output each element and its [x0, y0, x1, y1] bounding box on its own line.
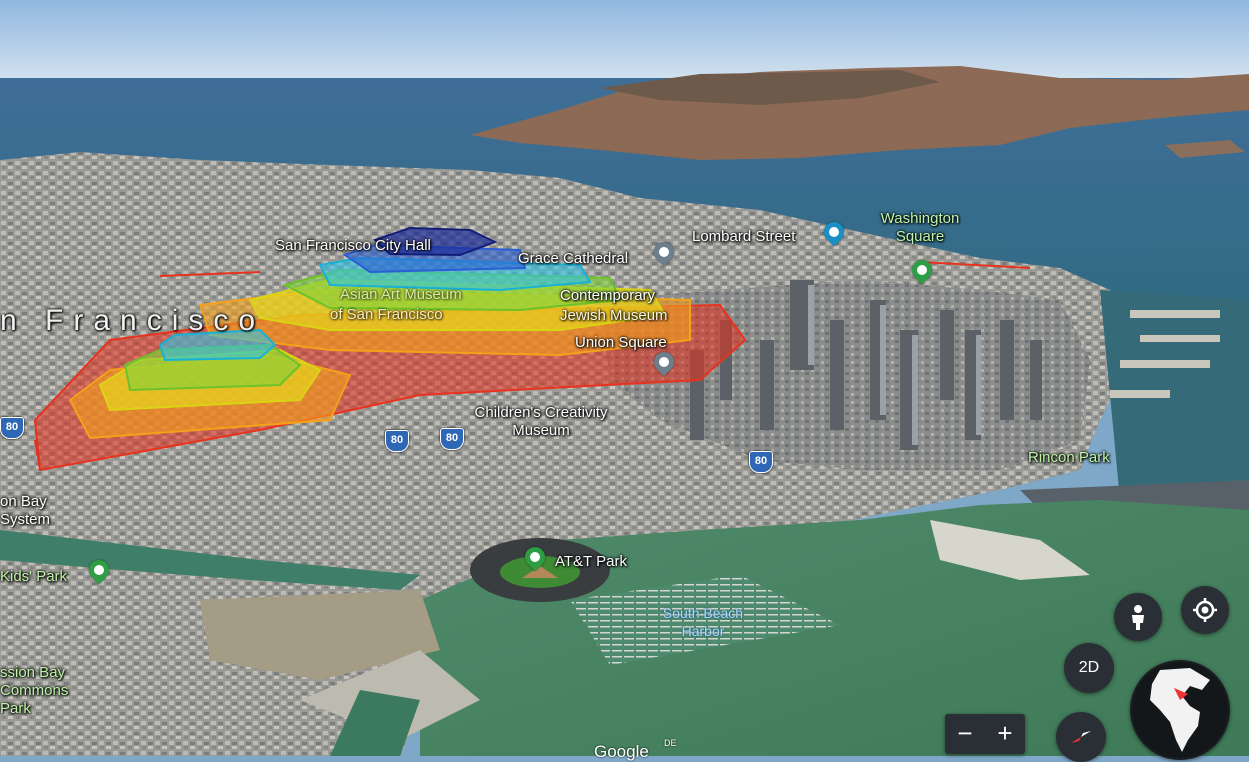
compass-button[interactable]: [1056, 712, 1106, 762]
highway-shield: 80: [0, 417, 24, 439]
label-city-hall[interactable]: San Francisco City Hall: [275, 237, 431, 255]
compass-icon: [1071, 731, 1091, 743]
label-washington-square[interactable]: Washington Square: [868, 210, 972, 246]
label-lombard-street[interactable]: Lombard Street: [692, 228, 795, 246]
label-kids-park[interactable]: Kids' Park: [0, 568, 67, 586]
region-code: DE: [664, 738, 677, 748]
label-rincon-park[interactable]: Rincon Park: [1028, 449, 1110, 467]
label-childrens-museum[interactable]: Children's Creativity Museum: [466, 404, 616, 440]
highway-shield: 80: [749, 451, 773, 473]
label-jewish-museum: Jewish Museum: [560, 307, 668, 324]
pegman-icon: [1132, 605, 1144, 630]
pegman-button[interactable]: [1114, 593, 1162, 641]
label-contemporary[interactable]: Contemporary: [560, 287, 655, 305]
zoom-out-button[interactable]: −: [945, 714, 985, 754]
toggle-2d-button[interactable]: 2D: [1064, 643, 1114, 693]
city-label: n Francisco: [0, 304, 266, 337]
label-union-square[interactable]: Union Square: [575, 334, 667, 352]
highway-shield: 80: [440, 428, 464, 450]
label-south-beach-harbor[interactable]: South Beach Harbor: [655, 604, 751, 640]
label-of-san-francisco: of San Francisco: [330, 306, 443, 323]
globe-minimap[interactable]: [1130, 660, 1230, 760]
label-bay-system[interactable]: on Bay System: [0, 493, 60, 529]
highway-shield: 80: [385, 430, 409, 452]
label-grace-cathedral[interactable]: Grace Cathedral: [518, 250, 628, 268]
zoom-control: − +: [945, 714, 1025, 754]
my-location-icon: [1193, 598, 1217, 622]
google-attribution: Google: [594, 742, 649, 761]
label-mission-bay-commons[interactable]: ssion Bay Commons Park: [0, 664, 78, 718]
my-location-button[interactable]: [1181, 586, 1229, 634]
label-asian-museum[interactable]: Asian Art Museum: [340, 286, 462, 304]
zoom-in-button[interactable]: +: [985, 714, 1025, 754]
globe-icon: [1132, 662, 1228, 758]
label-att-park[interactable]: AT&T Park: [555, 553, 627, 571]
satellite-3d-map[interactable]: [0, 0, 1249, 756]
